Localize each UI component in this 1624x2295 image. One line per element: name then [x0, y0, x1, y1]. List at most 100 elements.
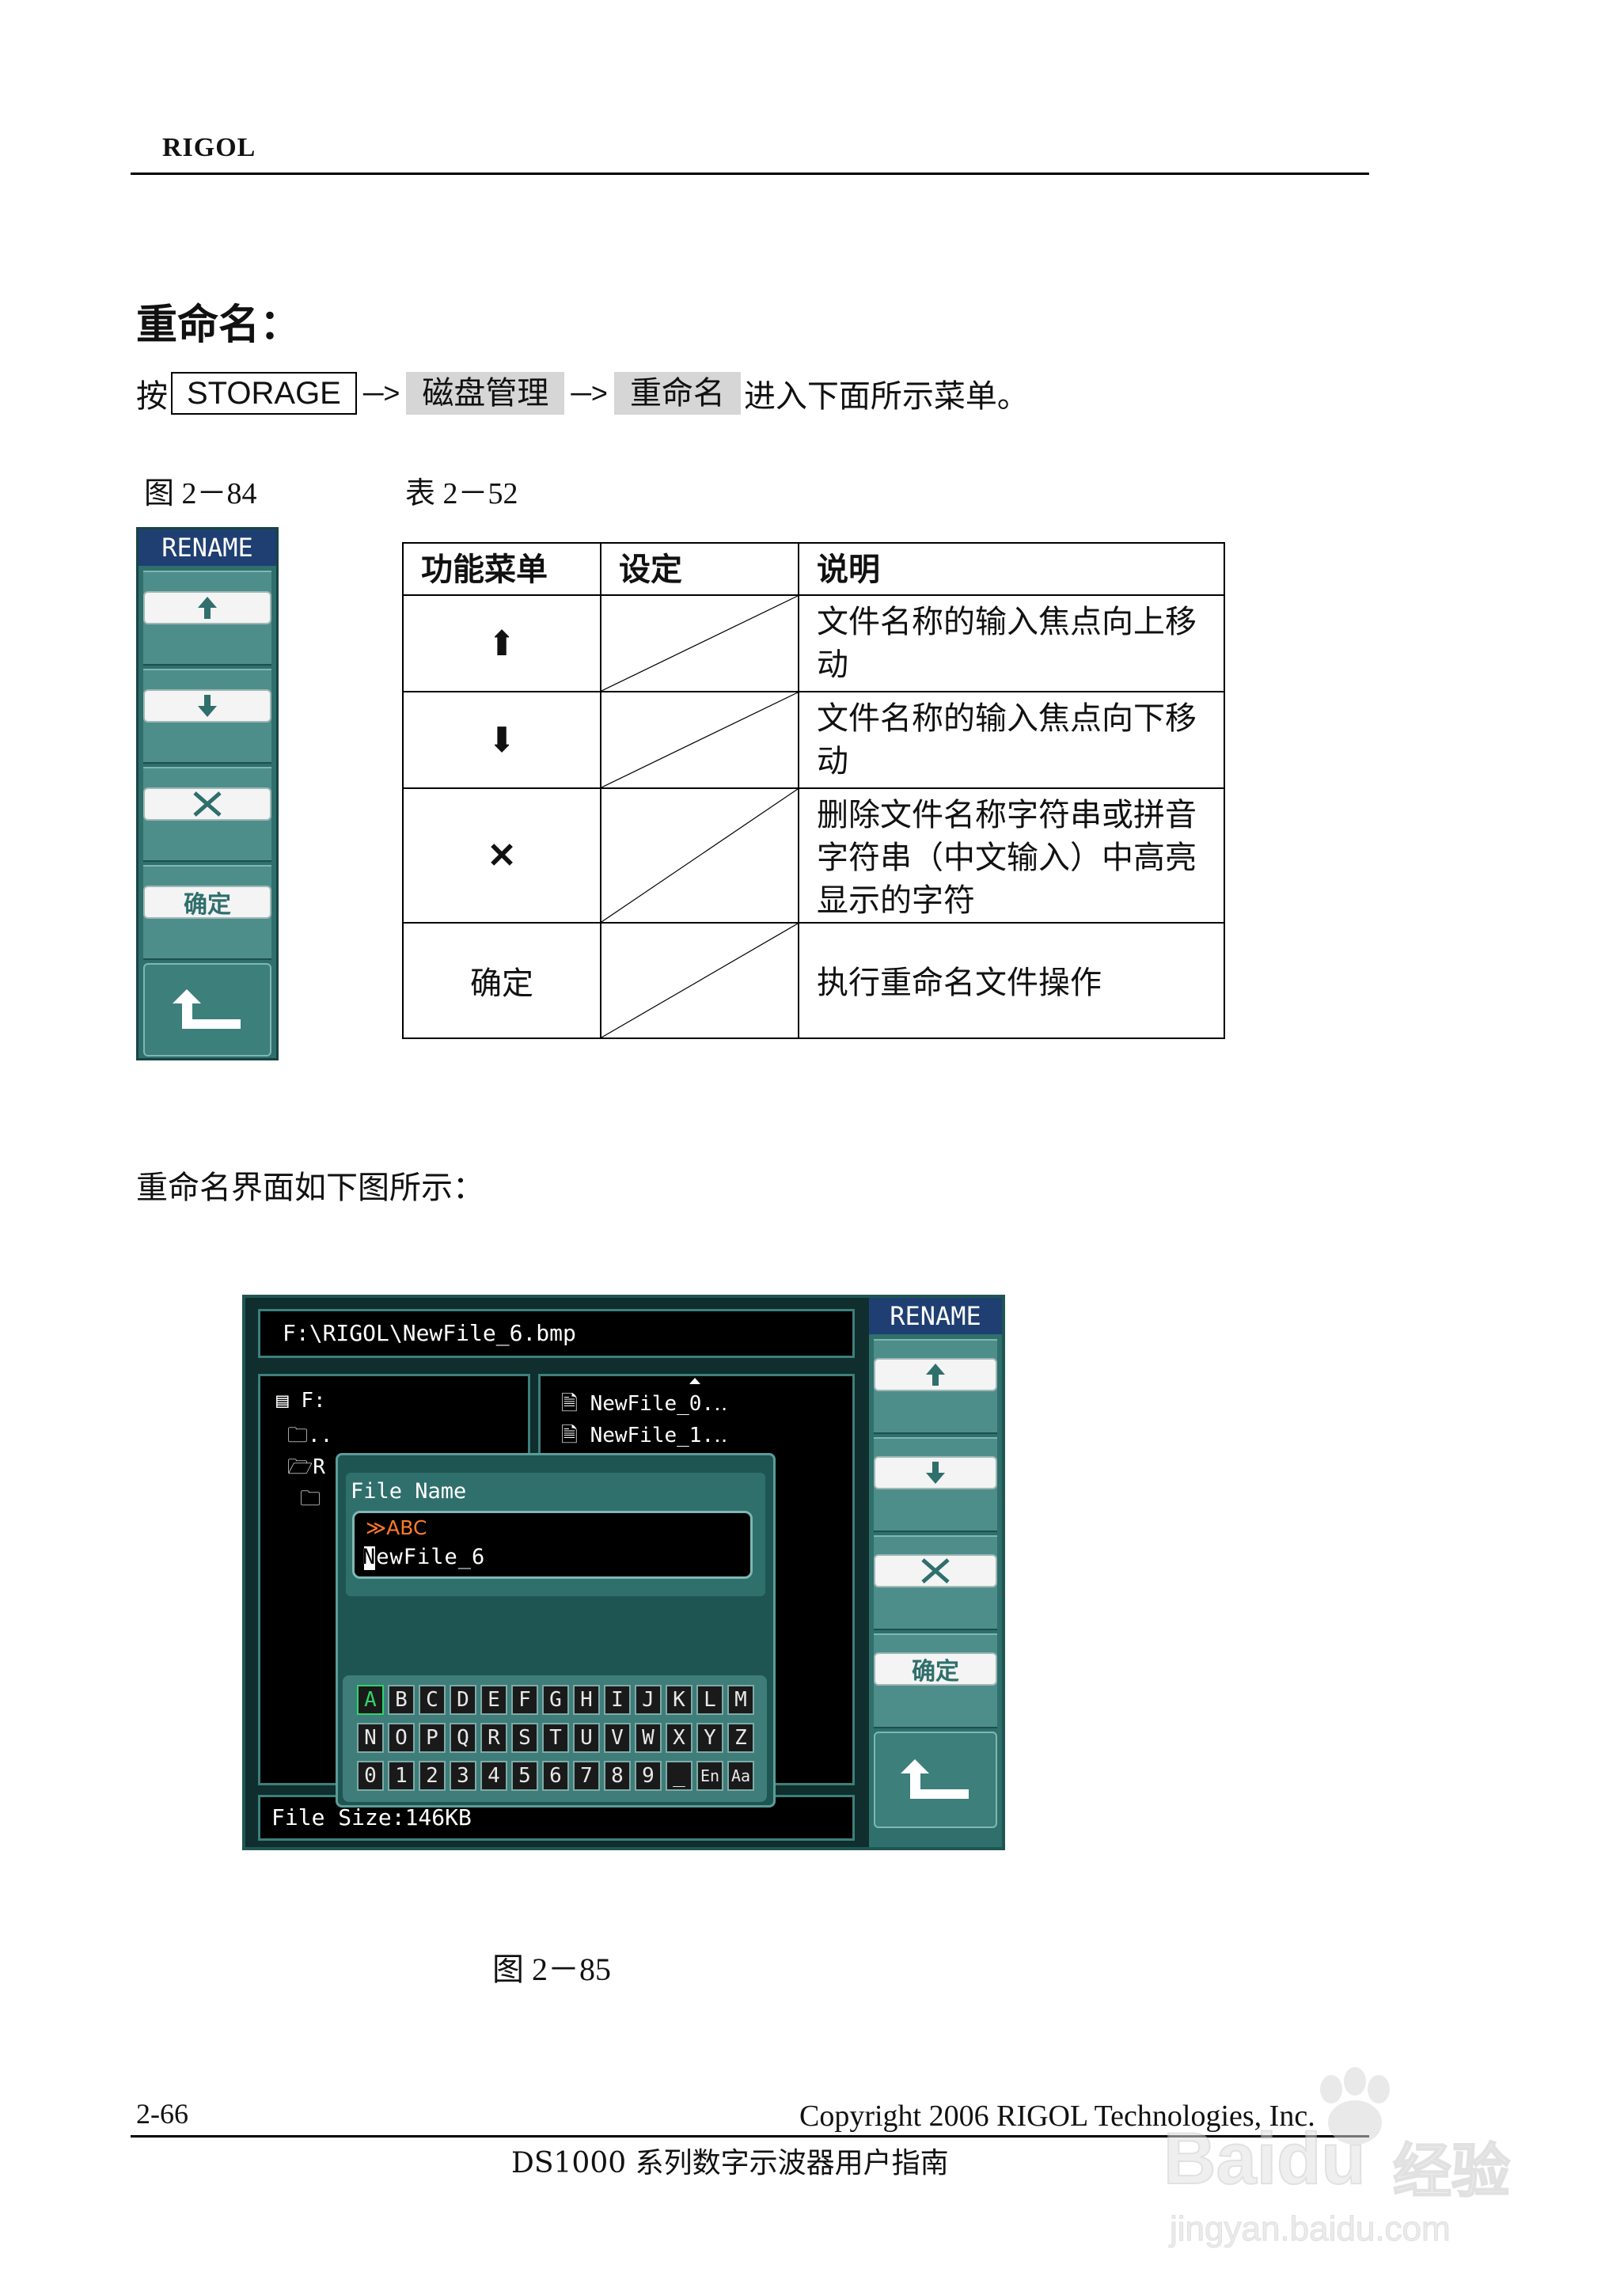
keyboard-key[interactable]: O [388, 1723, 415, 1753]
keyboard-key[interactable]: 6 [542, 1761, 569, 1791]
keyboard-key[interactable]: F [511, 1685, 538, 1715]
keyboard-key[interactable]: 0 [357, 1761, 384, 1791]
tree-drive[interactable]: ▤ F: [276, 1389, 326, 1413]
tree-rigol[interactable]: 🗁R [287, 1452, 325, 1487]
keyboard-key[interactable]: B [388, 1685, 415, 1715]
keyboard-key[interactable]: X [666, 1723, 692, 1753]
screen-down-button[interactable] [874, 1456, 997, 1489]
table-caption: 表 2－52 [405, 477, 518, 510]
header-divider [131, 173, 1369, 175]
file-icon: 🗎 [561, 1392, 578, 1416]
setting-empty-cell [600, 922, 799, 1039]
setting-empty-cell [600, 691, 799, 789]
watermark-url: jingyan.baidu.com [1170, 2210, 1451, 2249]
arrow-text: ─> [571, 377, 608, 409]
table-row: ✕ 删除文件名称字符串或拼音字符串（中文输入）中高亮显示的字符 [402, 787, 1225, 924]
keyboard-key[interactable]: 1 [388, 1761, 415, 1791]
screen-confirm-button[interactable]: 确定 [874, 1652, 997, 1686]
keyboard-key[interactable]: 2 [419, 1761, 446, 1791]
table-header: 功能菜单 [402, 542, 601, 596]
rename-softkey-label: 重命名 [613, 372, 741, 415]
keyboard-key[interactable]: 9 [635, 1761, 662, 1791]
dialog-header: File Name ≫ABC NewFile_6 [346, 1473, 765, 1596]
intro-line: 按 STORAGE ─> 磁盘管理 ─> 重命名 进入下面所示菜单。 [136, 370, 1029, 416]
input-mode-indicator: ≫ABC [366, 1516, 427, 1539]
keyboard-key[interactable]: En [696, 1761, 723, 1791]
keyboard-key[interactable]: A [357, 1685, 384, 1715]
file-item-label: NewFile_0.‥ [590, 1392, 728, 1416]
tree-drive-label: F: [301, 1389, 326, 1413]
keyboard-key[interactable]: D [450, 1685, 476, 1715]
function-table: 功能菜单 设定 说明 ⬆ 文件名称的输入焦点向上移动 ⬇ 文件名称的输入焦点向下… [402, 542, 1225, 1039]
keyboard-key[interactable]: 3 [450, 1761, 476, 1791]
keyboard-icon: ≫ [366, 1516, 387, 1539]
storage-key-label: STORAGE [171, 372, 357, 415]
keyboard-key[interactable]: W [635, 1723, 662, 1753]
keyboard-key[interactable]: 8 [604, 1761, 631, 1791]
down-button[interactable] [143, 689, 271, 723]
keyboard-key[interactable]: H [573, 1685, 600, 1715]
delete-button[interactable] [143, 787, 271, 821]
screen-back-button[interactable] [874, 1732, 997, 1828]
rename-menu: RENAME 确定 [136, 527, 279, 1060]
filename-input-box[interactable]: ≫ABC NewFile_6 [352, 1511, 753, 1579]
table-header-row: 功能菜单 设定 说明 [402, 542, 1225, 596]
confirm-button[interactable]: 确定 [143, 886, 271, 919]
back-button[interactable] [143, 963, 271, 1056]
arrow-up-icon [198, 597, 217, 619]
file-item[interactable]: 🗎 NewFile_0.‥ [561, 1389, 727, 1424]
keyboard-key[interactable]: J [635, 1685, 662, 1715]
keyboard-key[interactable]: Z [727, 1723, 754, 1753]
intro-suffix: 进入下面所示菜单。 [743, 378, 1029, 415]
keyboard-key[interactable]: 4 [480, 1761, 507, 1791]
keyboard-key[interactable]: 7 [573, 1761, 600, 1791]
keyboard-key[interactable]: L [696, 1685, 723, 1715]
keyboard-key[interactable]: Q [450, 1723, 476, 1753]
scroll-up-icon[interactable] [689, 1378, 700, 1384]
keyboard-key[interactable]: U [573, 1723, 600, 1753]
tree-parent[interactable]: 🗀.. [287, 1421, 332, 1455]
keyboard-key[interactable]: M [727, 1685, 754, 1715]
keyboard-key[interactable]: P [419, 1723, 446, 1753]
screen-up-button[interactable] [874, 1358, 997, 1391]
up-button[interactable] [143, 591, 271, 624]
drive-icon: ▤ [276, 1389, 289, 1413]
on-screen-keyboard: A B C D E F G H I J K L M N O P Q R S T U V W X Y Z 0 1 2 3 4 5 6 7 8 9 _ En A… [343, 1675, 767, 1802]
tree-subfolder[interactable]: 🗀 [300, 1484, 321, 1519]
file-icon: 🗎 [561, 1424, 578, 1447]
keyboard-key[interactable]: _ [666, 1761, 692, 1791]
keyboard-key[interactable]: T [542, 1723, 569, 1753]
figure-caption: 图 2－84 [144, 477, 257, 510]
rename-screen: F:\RIGOL\NewFile_6.bmp ▤ F: 🗀.. 🗁R 🗀 🗎 N… [242, 1295, 1005, 1850]
filename-input[interactable]: NewFile_6 [362, 1545, 485, 1569]
keyboard-key[interactable]: V [604, 1723, 631, 1753]
screen-delete-button[interactable] [874, 1554, 997, 1588]
keyboard-key[interactable]: I [604, 1685, 631, 1715]
table-cell-desc: 文件名称的输入焦点向下移动 [798, 691, 1225, 789]
setting-empty-cell [600, 787, 799, 924]
table-header: 说明 [798, 542, 1225, 596]
watermark-baidu-text: Baidu [1163, 2118, 1367, 2200]
return-arrow-icon [901, 1759, 969, 1799]
cross-icon [921, 1558, 950, 1584]
input-mode-label: ABC [386, 1516, 427, 1539]
folder-up-icon: 🗀 [287, 1424, 309, 1447]
keyboard-key[interactable]: C [419, 1685, 446, 1715]
file-item-label: NewFile_1.‥ [590, 1424, 728, 1447]
keyboard-key[interactable]: N [357, 1723, 384, 1753]
rename-ui-caption: 重命名界面如下图所示： [136, 1170, 484, 1206]
brand-logo-text: RIGOL [162, 133, 256, 162]
keyboard-key[interactable]: S [511, 1723, 538, 1753]
keyboard-key[interactable]: R [480, 1723, 507, 1753]
keyboard-key[interactable]: K [666, 1685, 692, 1715]
return-arrow-icon [173, 989, 241, 1029]
keyboard-key[interactable]: 5 [511, 1761, 538, 1791]
keyboard-key[interactable]: Y [696, 1723, 723, 1753]
file-item[interactable]: 🗎 NewFile_1.‥ [561, 1421, 727, 1455]
setting-empty-cell [600, 594, 799, 692]
keyboard-key[interactable]: G [542, 1685, 569, 1715]
cross-icon: ✕ [402, 787, 601, 924]
keyboard-key[interactable]: Aa [727, 1761, 754, 1791]
table-row: ⬆ 文件名称的输入焦点向上移动 [402, 594, 1225, 692]
keyboard-key[interactable]: E [480, 1685, 507, 1715]
